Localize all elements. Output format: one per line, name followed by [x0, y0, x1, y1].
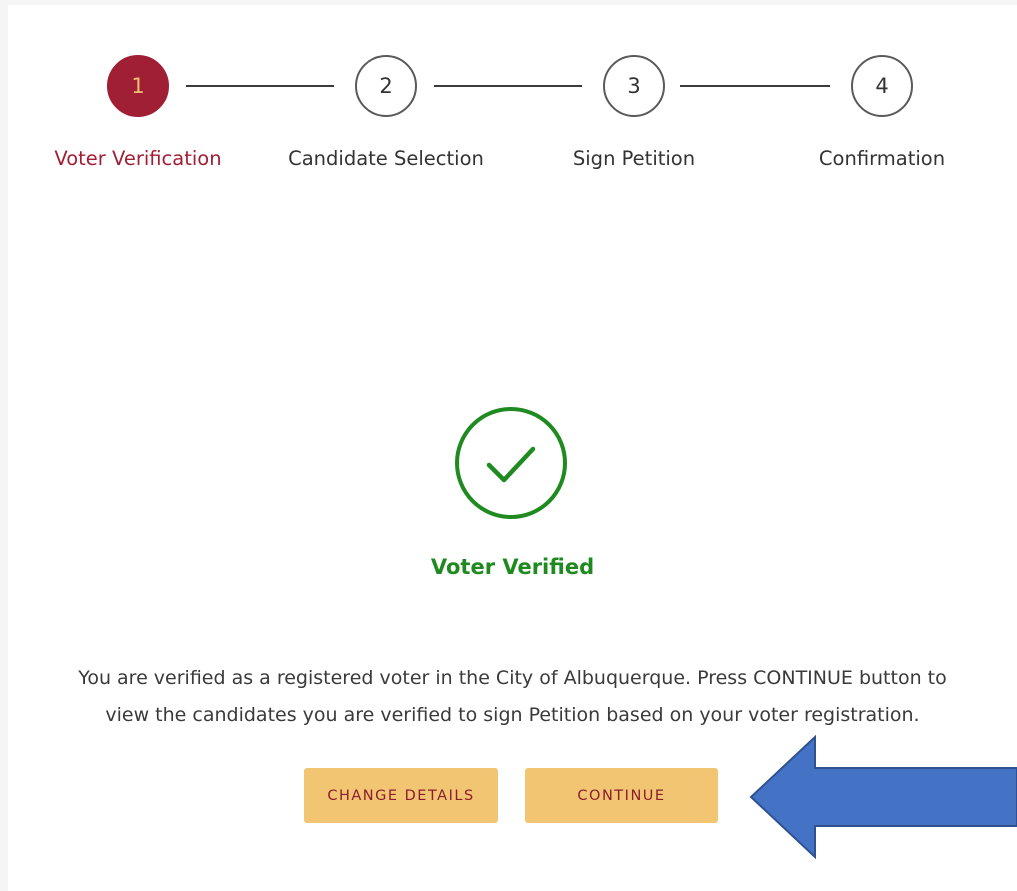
step-2-label: Candidate Selection — [288, 147, 484, 170]
step-4-number: 4 — [875, 74, 889, 98]
step-connector — [680, 85, 830, 87]
verification-message-line-1: You are verified as a registered voter i… — [78, 667, 947, 689]
step-1-indicator: 1 — [107, 55, 169, 117]
step-1-label: Voter Verification — [54, 147, 222, 170]
step-1-number: 1 — [131, 74, 145, 98]
progress-stepper: 1 2 3 4 Voter Verification Candidate Sel… — [8, 5, 1017, 205]
verification-message-line-2: view the candidates you are verified to … — [105, 704, 920, 726]
step-2-number: 2 — [379, 74, 393, 98]
step-connector — [434, 85, 582, 87]
step-4-label: Confirmation — [818, 147, 946, 170]
verified-status-title: Voter Verified — [430, 555, 595, 579]
step-3-indicator: 3 — [603, 55, 665, 117]
arrow-left-icon — [749, 734, 1017, 860]
step-2-indicator: 2 — [355, 55, 417, 117]
check-circle-icon — [454, 406, 568, 520]
step-3-number: 3 — [627, 74, 641, 98]
step-4-indicator: 4 — [851, 55, 913, 117]
verification-message: You are verified as a registered voter i… — [8, 660, 1017, 734]
change-details-button[interactable]: CHANGE DETAILS — [304, 768, 498, 823]
step-connector — [186, 85, 334, 87]
continue-button[interactable]: CONTINUE — [525, 768, 718, 823]
step-3-label: Sign Petition — [572, 147, 696, 170]
